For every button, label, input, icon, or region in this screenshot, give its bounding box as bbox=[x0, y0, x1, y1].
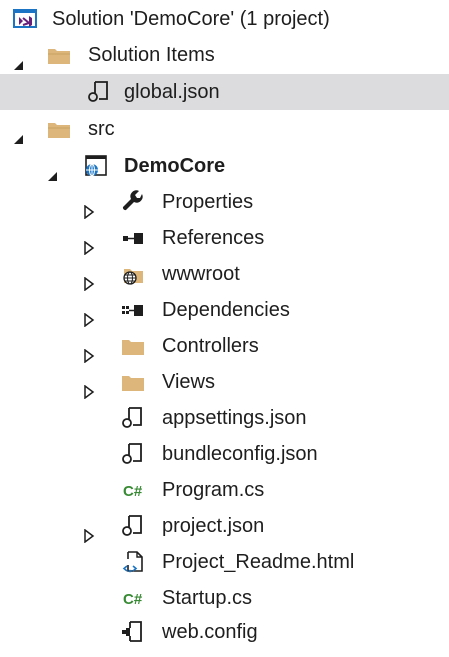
web-project-icon bbox=[82, 153, 108, 179]
expanded-arrow-icon[interactable] bbox=[12, 122, 26, 144]
config-file-icon bbox=[120, 619, 146, 645]
expanded-arrow-icon[interactable] bbox=[12, 48, 26, 70]
tree-item-program-cs[interactable]: C# Program.cs bbox=[0, 472, 449, 508]
collapsed-arrow-icon[interactable] bbox=[82, 339, 96, 364]
tree-item-label: References bbox=[162, 227, 265, 249]
tree-item-label: project.json bbox=[162, 515, 265, 537]
tree-item-label: Controllers bbox=[162, 335, 259, 357]
collapsed-arrow-icon[interactable] bbox=[82, 375, 96, 400]
tree-item-project-json[interactable]: project.json bbox=[0, 508, 449, 544]
tree-item-label: Views bbox=[162, 371, 215, 393]
tree-item-label: Solution Items bbox=[88, 44, 215, 66]
collapsed-arrow-icon[interactable] bbox=[82, 231, 96, 256]
tree-item-src[interactable]: src bbox=[0, 111, 449, 147]
tree-item-label: web.config bbox=[162, 621, 258, 643]
folder-icon bbox=[120, 369, 146, 395]
visual-studio-solution-icon bbox=[12, 6, 38, 32]
tree-item-project-readme-html[interactable]: Project_Readme.html bbox=[0, 544, 449, 580]
tree-item-solution[interactable]: Solution 'DemoCore' (1 project) bbox=[0, 1, 449, 37]
tree-item-web-config[interactable]: web.config bbox=[0, 614, 449, 650]
svg-text:C#: C# bbox=[123, 591, 143, 608]
tree-item-references[interactable]: References bbox=[0, 220, 449, 256]
json-file-icon bbox=[120, 441, 146, 467]
tree-item-label: Dependencies bbox=[162, 299, 290, 321]
wrench-icon bbox=[120, 189, 146, 215]
tree-item-label: appsettings.json bbox=[162, 407, 307, 429]
tree-item-views[interactable]: Views bbox=[0, 364, 449, 400]
tree-item-bundleconfig-json[interactable]: bundleconfig.json bbox=[0, 436, 449, 472]
collapsed-arrow-icon[interactable] bbox=[82, 195, 96, 220]
tree-item-global-json[interactable]: global.json bbox=[0, 74, 449, 110]
tree-item-label: wwwroot bbox=[162, 263, 240, 285]
dependencies-icon bbox=[120, 297, 146, 323]
tree-item-label: bundleconfig.json bbox=[162, 443, 318, 465]
tree-item-appsettings-json[interactable]: appsettings.json bbox=[0, 400, 449, 436]
tree-item-label: Solution 'DemoCore' (1 project) bbox=[52, 8, 330, 30]
tree-item-startup-cs[interactable]: C# Startup.cs bbox=[0, 580, 449, 616]
folder-icon bbox=[120, 333, 146, 359]
folder-icon bbox=[46, 42, 72, 68]
collapsed-arrow-icon[interactable] bbox=[82, 303, 96, 328]
tree-item-properties[interactable]: Properties bbox=[0, 184, 449, 220]
tree-item-label: Properties bbox=[162, 191, 254, 213]
tree-item-solution-items[interactable]: Solution Items bbox=[0, 37, 449, 73]
svg-text:C#: C# bbox=[123, 483, 143, 500]
json-file-icon bbox=[120, 513, 146, 539]
tree-item-label: Program.cs bbox=[162, 479, 265, 501]
csharp-file-icon: C# bbox=[120, 477, 146, 503]
tree-item-label: Project_Readme.html bbox=[162, 551, 355, 573]
tree-item-project-democore[interactable]: DemoCore bbox=[0, 148, 449, 184]
json-file-icon bbox=[86, 79, 112, 105]
tree-item-label: DemoCore bbox=[124, 155, 226, 177]
references-icon bbox=[120, 225, 146, 251]
expanded-arrow-icon[interactable] bbox=[46, 159, 60, 181]
json-file-icon bbox=[120, 405, 146, 431]
globe-folder-icon bbox=[120, 261, 146, 287]
collapsed-arrow-icon[interactable] bbox=[82, 519, 96, 544]
collapsed-arrow-icon[interactable] bbox=[82, 267, 96, 292]
tree-item-wwwroot[interactable]: wwwroot bbox=[0, 256, 449, 292]
tree-item-label: Startup.cs bbox=[162, 587, 253, 609]
csharp-file-icon: C# bbox=[120, 585, 146, 611]
solution-explorer-tree: Solution 'DemoCore' (1 project) Solution… bbox=[0, 0, 449, 650]
tree-item-label: src bbox=[88, 118, 115, 140]
tree-item-label: global.json bbox=[124, 81, 220, 103]
tree-item-dependencies[interactable]: Dependencies bbox=[0, 292, 449, 328]
folder-icon bbox=[46, 116, 72, 142]
html-file-icon bbox=[120, 549, 146, 575]
tree-item-controllers[interactable]: Controllers bbox=[0, 328, 449, 364]
